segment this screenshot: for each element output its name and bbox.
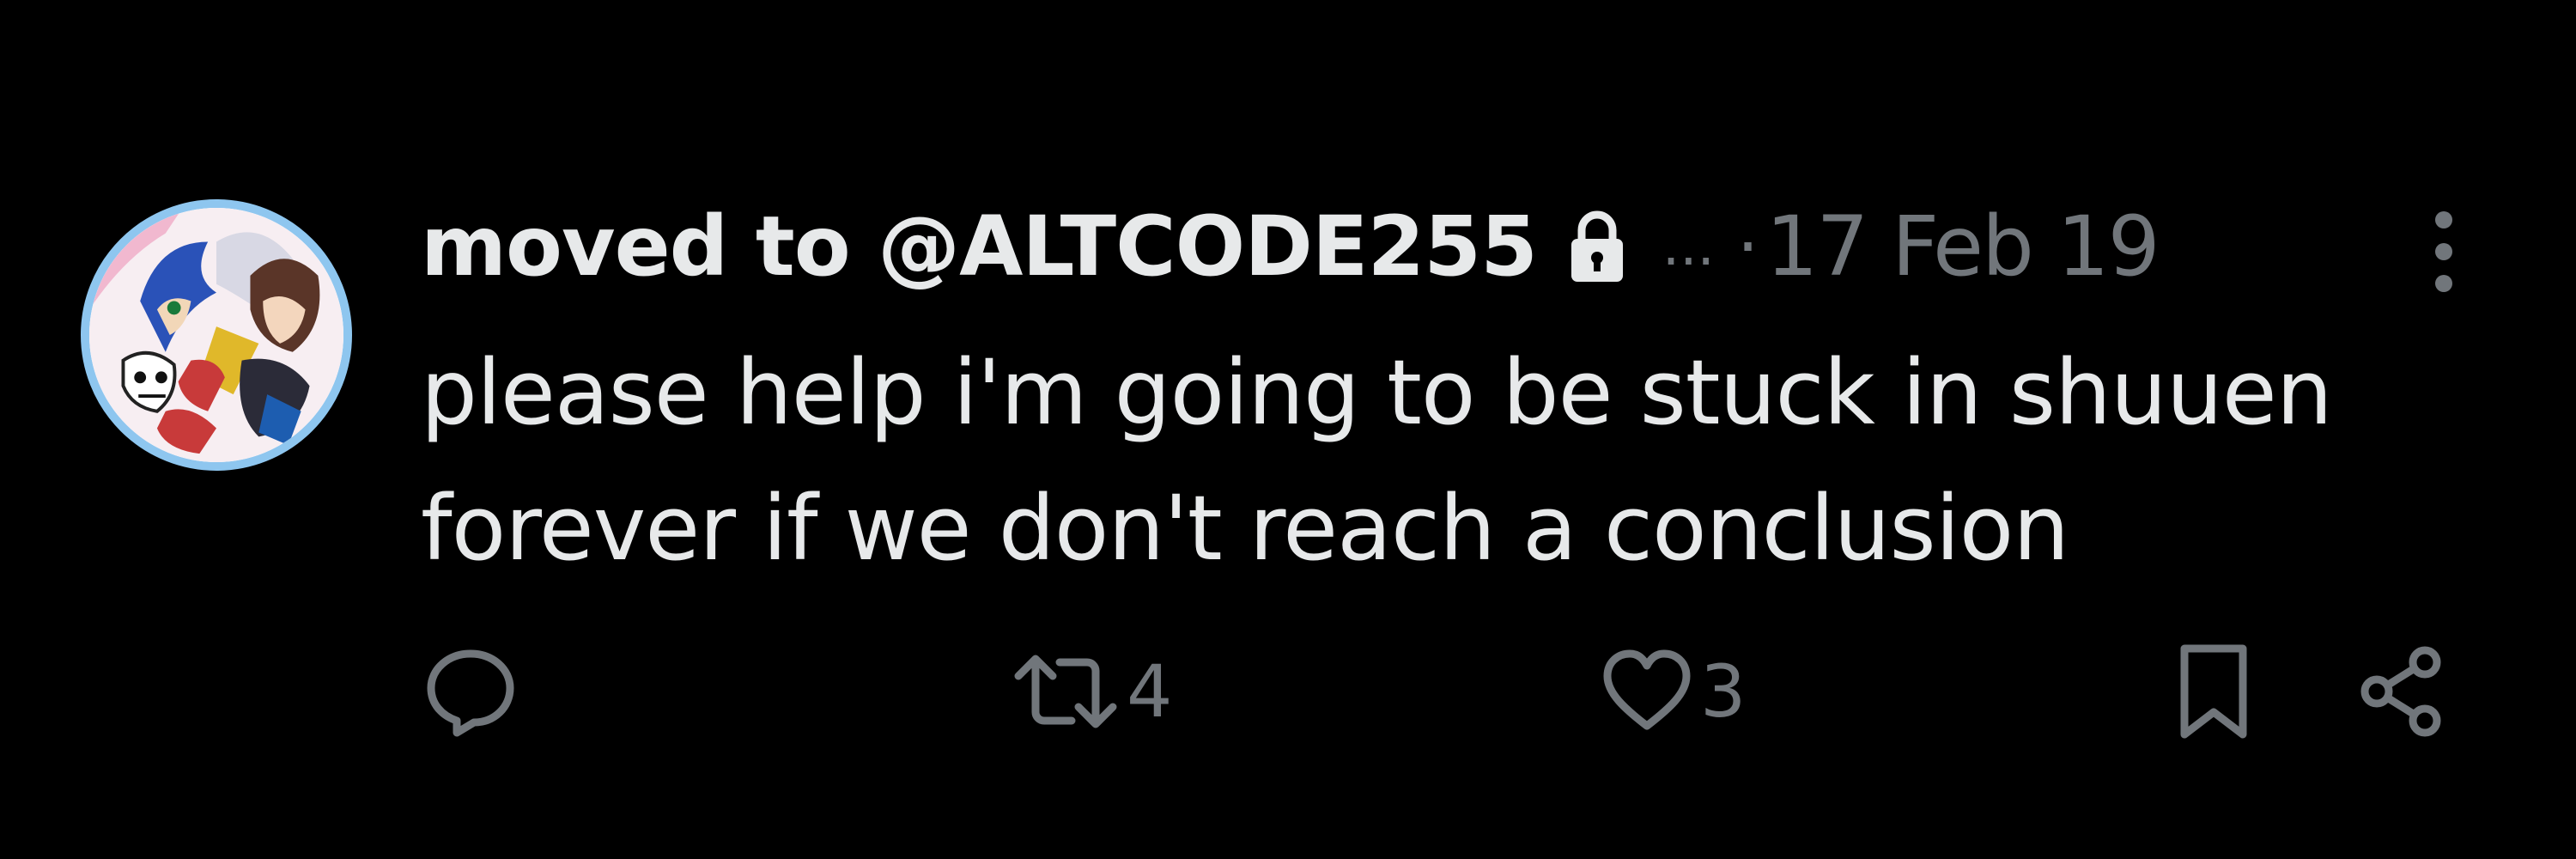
tweet-text-line: please help i'm going to be stuck in shu… [421,340,2333,445]
reply-button[interactable] [422,636,519,747]
lock-icon [1566,208,1628,285]
retweet-count: 4 [1127,649,1173,734]
like-button[interactable]: 3 [1599,636,1746,747]
tweet[interactable]: moved to @ALTCODE255 ... · 17 Feb 19 ple… [0,0,2576,859]
display-name[interactable]: moved to @ALTCODE255 [421,198,1538,295]
action-bar: 4 3 [0,636,2576,747]
tweet-header: moved to @ALTCODE255 ... · 17 Feb 19 [421,191,2160,302]
share-button[interactable] [2353,636,2449,747]
share-icon [2360,646,2441,737]
avatar-image [89,208,343,462]
truncation-ellipsis: ... [1662,215,1715,278]
retweet-button[interactable]: 4 [1010,636,1172,747]
separator-dot: · [1736,206,1759,287]
speech-bubble-icon [427,649,514,737]
bookmark-icon [2180,644,2247,739]
tweet-text: please help i'm going to be stuck in shu… [421,325,2396,596]
avatar[interactable] [81,199,352,471]
tweet-text-line: forever if we don't reach a conclusion [421,476,2069,581]
heart-icon [1603,649,1691,730]
more-options-icon[interactable] [2418,204,2470,299]
bookmark-button[interactable] [2171,636,2257,747]
timestamp[interactable]: 17 Feb 19 [1765,198,2160,295]
retweet-icon [1014,655,1117,728]
like-count: 3 [1700,649,1747,734]
